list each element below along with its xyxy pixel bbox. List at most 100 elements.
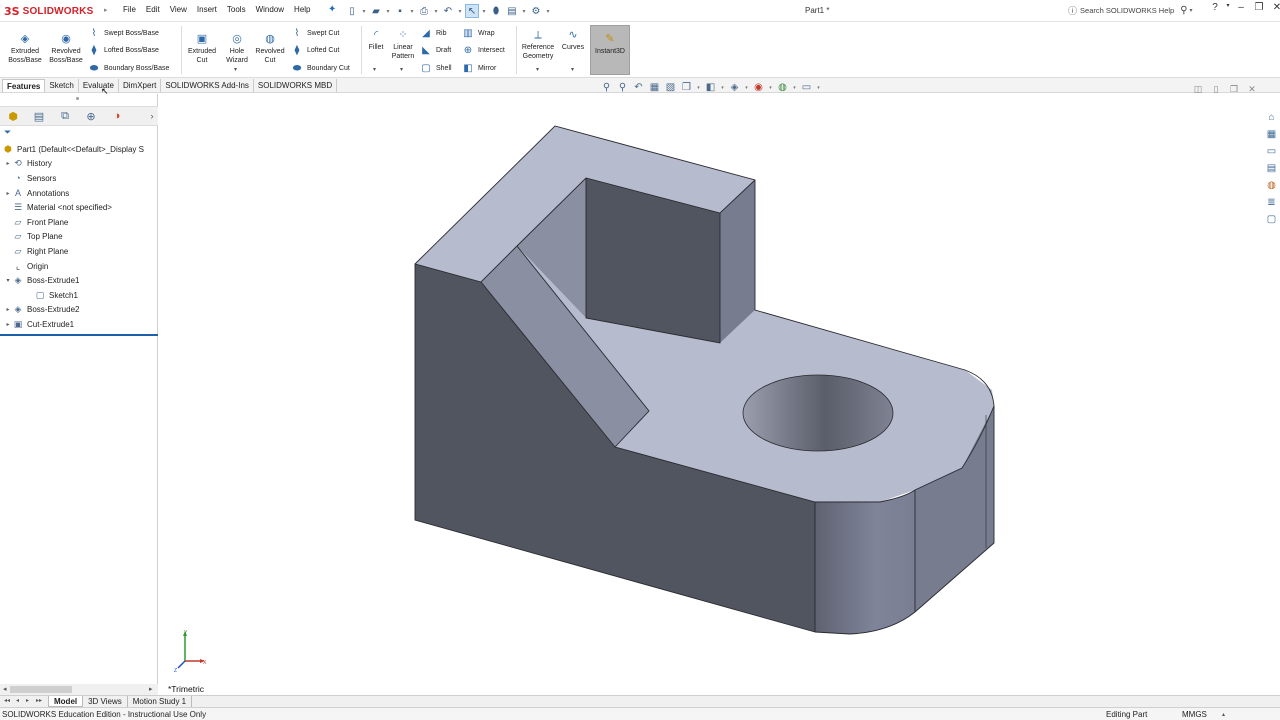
tree-item[interactable]: ▱ Front Plane	[0, 215, 158, 230]
menu-help[interactable]: Help	[289, 5, 315, 14]
select-icon[interactable]: ↖	[465, 4, 479, 18]
reference-geometry-button[interactable]: ⟂ Reference Geometry	[518, 28, 558, 61]
instant3d-button[interactable]: ✎ Instant3D	[590, 25, 630, 75]
filter-icon[interactable]: ⏷	[4, 127, 11, 138]
select-dropdown-icon[interactable]: ▾	[481, 8, 487, 15]
apply-scene-icon[interactable]: ◍	[776, 82, 789, 93]
search-dropdown-icon[interactable]: ▾	[1190, 7, 1193, 14]
tab-evaluate[interactable]: Evaluate	[79, 79, 119, 92]
open-icon[interactable]: ▰	[369, 4, 383, 18]
extruded-cut-button[interactable]: ▣ Extruded Cut	[184, 32, 220, 65]
expand-arrow-icon[interactable]: ▸	[4, 160, 12, 167]
boundary-boss-button[interactable]: ⬬ Boundary Boss/Base	[88, 62, 170, 74]
menu-insert[interactable]: Insert	[192, 5, 222, 14]
help-icon[interactable]: ?	[1206, 2, 1224, 13]
file-properties-icon[interactable]: ▤	[505, 4, 519, 18]
edit-appearance-icon[interactable]: ◉	[752, 82, 765, 93]
linear-pattern-button[interactable]: ⁘ Linear Pattern	[388, 28, 418, 61]
undo-icon[interactable]: ↶	[441, 4, 455, 18]
tab-features[interactable]: Features	[2, 79, 46, 92]
view-orientation-dropdown-icon[interactable]: ▾	[696, 85, 701, 91]
open-dropdown-icon[interactable]: ▾	[385, 8, 391, 15]
fillet-dropdown-icon[interactable]: ▾	[373, 66, 376, 73]
help-search-placeholder[interactable]: Search SOLIDWORKS Help	[1080, 6, 1174, 15]
pin-menu-icon[interactable]: ✦	[328, 4, 336, 15]
pattern-dropdown-icon[interactable]: ▾	[400, 66, 403, 73]
forum-icon[interactable]: ▢	[1263, 214, 1280, 229]
rounded-end-face[interactable]	[815, 490, 915, 634]
wrap-button[interactable]: ▥ Wrap	[462, 27, 494, 39]
tree-item[interactable]: ⬢ Part1 (Default<<Default>_Display S	[0, 142, 158, 157]
last-tab-icon[interactable]: ▸▸	[36, 697, 42, 704]
display-manager-tab-icon[interactable]: ◑	[104, 110, 130, 122]
tab-motion-study[interactable]: Motion Study 1	[128, 696, 193, 707]
tree-item[interactable]: ▸ ⟲ History	[0, 157, 158, 172]
tree-item[interactable]: ▱ Right Plane	[0, 244, 158, 259]
view-palette-icon[interactable]: ▤	[1263, 163, 1280, 178]
tab-solidworks-addins[interactable]: SOLIDWORKS Add-Ins	[161, 79, 254, 92]
expand-arrow-icon[interactable]: ▸	[4, 321, 12, 328]
lofted-boss-button[interactable]: ⧫ Lofted Boss/Base	[88, 44, 159, 56]
hole-wizard-button[interactable]: ◎ Hole Wizard	[220, 32, 254, 65]
minimize-icon[interactable]: –	[1232, 2, 1250, 13]
expand-arrow-icon[interactable]: ▸	[4, 306, 12, 313]
rollback-bar[interactable]	[0, 334, 158, 336]
tree-item[interactable]: ▸ ◈ Boss-Extrude2	[0, 303, 158, 318]
design-library-icon[interactable]: ▦	[1263, 129, 1280, 144]
zoom-to-fit-icon[interactable]: ⚲	[600, 82, 613, 93]
file-explorer-icon[interactable]: ▭	[1263, 146, 1280, 161]
tree-item[interactable]: ▸ A Annotations	[0, 186, 158, 201]
tree-item[interactable]: ☰ Material <not specified>	[0, 200, 158, 215]
help-search[interactable]: ⓘ Search SOLIDWORKS Help ⚲ ▾	[1068, 3, 1198, 18]
swept-cut-button[interactable]: ⌇ Swept Cut	[291, 27, 340, 39]
intersect-button[interactable]: ⊕ Intersect	[462, 44, 505, 56]
print-icon[interactable]: ⎙	[417, 4, 431, 18]
solidworks-resources-icon[interactable]: ⌂	[1263, 112, 1280, 127]
units-dropdown-icon[interactable]: ▴	[1222, 711, 1225, 718]
more-tabs-arrow-icon[interactable]: ›	[146, 111, 158, 121]
viewport-minimize-icon[interactable]: ▯	[1210, 84, 1222, 95]
extruded-boss-button[interactable]: ◈ Extruded Boss/Base	[6, 32, 44, 65]
unit-system[interactable]: MMGS	[1182, 710, 1207, 719]
view-settings-dropdown-icon[interactable]: ▾	[816, 85, 821, 91]
viewport-close-icon[interactable]: ✕	[1246, 84, 1258, 95]
view-settings-icon[interactable]: ▭	[800, 82, 813, 93]
custom-properties-icon[interactable]: ≣	[1263, 197, 1280, 212]
tree-item[interactable]: ▸ ▣ Cut-Extrude1	[0, 317, 158, 332]
tree-item[interactable]: ⌞ Origin	[0, 259, 158, 274]
property-manager-tab-icon[interactable]: ▤	[26, 110, 52, 123]
collapse-arrow-icon[interactable]: ▾	[4, 277, 12, 284]
curves-button[interactable]: ∿ Curves	[559, 28, 587, 53]
tree-item[interactable]: ▾ ◈ Boss-Extrude1	[0, 273, 158, 288]
dynamic-annotation-icon[interactable]: ▧	[664, 82, 677, 93]
new-dropdown-icon[interactable]: ▾	[361, 8, 367, 15]
menu-edit[interactable]: Edit	[141, 5, 165, 14]
appearances-icon[interactable]: ◍	[1263, 180, 1280, 195]
tab-3d-views[interactable]: 3D Views	[83, 696, 128, 707]
view-orientation-icon[interactable]: ❒	[680, 82, 693, 93]
graphics-area[interactable]	[159, 94, 1280, 696]
display-style-icon[interactable]: ◧	[704, 82, 717, 93]
tree-item[interactable]: ◔ Sensors	[0, 171, 158, 186]
part-model[interactable]	[159, 94, 1280, 696]
first-tab-icon[interactable]: ◂◂	[4, 697, 10, 704]
panel-horizontal-scrollbar[interactable]: ◂ ▸	[0, 684, 158, 695]
close-icon[interactable]: ✕	[1268, 2, 1280, 13]
properties-dropdown-icon[interactable]: ▾	[521, 8, 527, 15]
solidworks-logo[interactable]: 3S SOLIDWORKS	[4, 3, 93, 19]
traffic-light-icon[interactable]: ⬮	[489, 4, 503, 18]
dimxpert-manager-tab-icon[interactable]: ⊕	[78, 110, 104, 123]
menu-view[interactable]: View	[165, 5, 192, 14]
boundary-cut-button[interactable]: ⬬ Boundary Cut	[291, 62, 350, 74]
options-gear-icon[interactable]: ⚙	[529, 4, 543, 18]
tab-model[interactable]: Model	[48, 696, 84, 707]
undo-dropdown-icon[interactable]: ▾	[457, 8, 463, 15]
hole[interactable]	[742, 374, 894, 452]
lofted-cut-button[interactable]: ⧫ Lofted Cut	[291, 44, 340, 56]
configuration-manager-tab-icon[interactable]: ⧉	[52, 110, 78, 123]
scroll-thumb[interactable]	[10, 686, 72, 693]
scroll-left-icon[interactable]: ◂	[3, 685, 7, 693]
section-view-icon[interactable]: ▦	[648, 82, 661, 93]
appearance-dropdown-icon[interactable]: ▾	[768, 85, 773, 91]
curves-dropdown-icon[interactable]: ▾	[571, 66, 574, 73]
